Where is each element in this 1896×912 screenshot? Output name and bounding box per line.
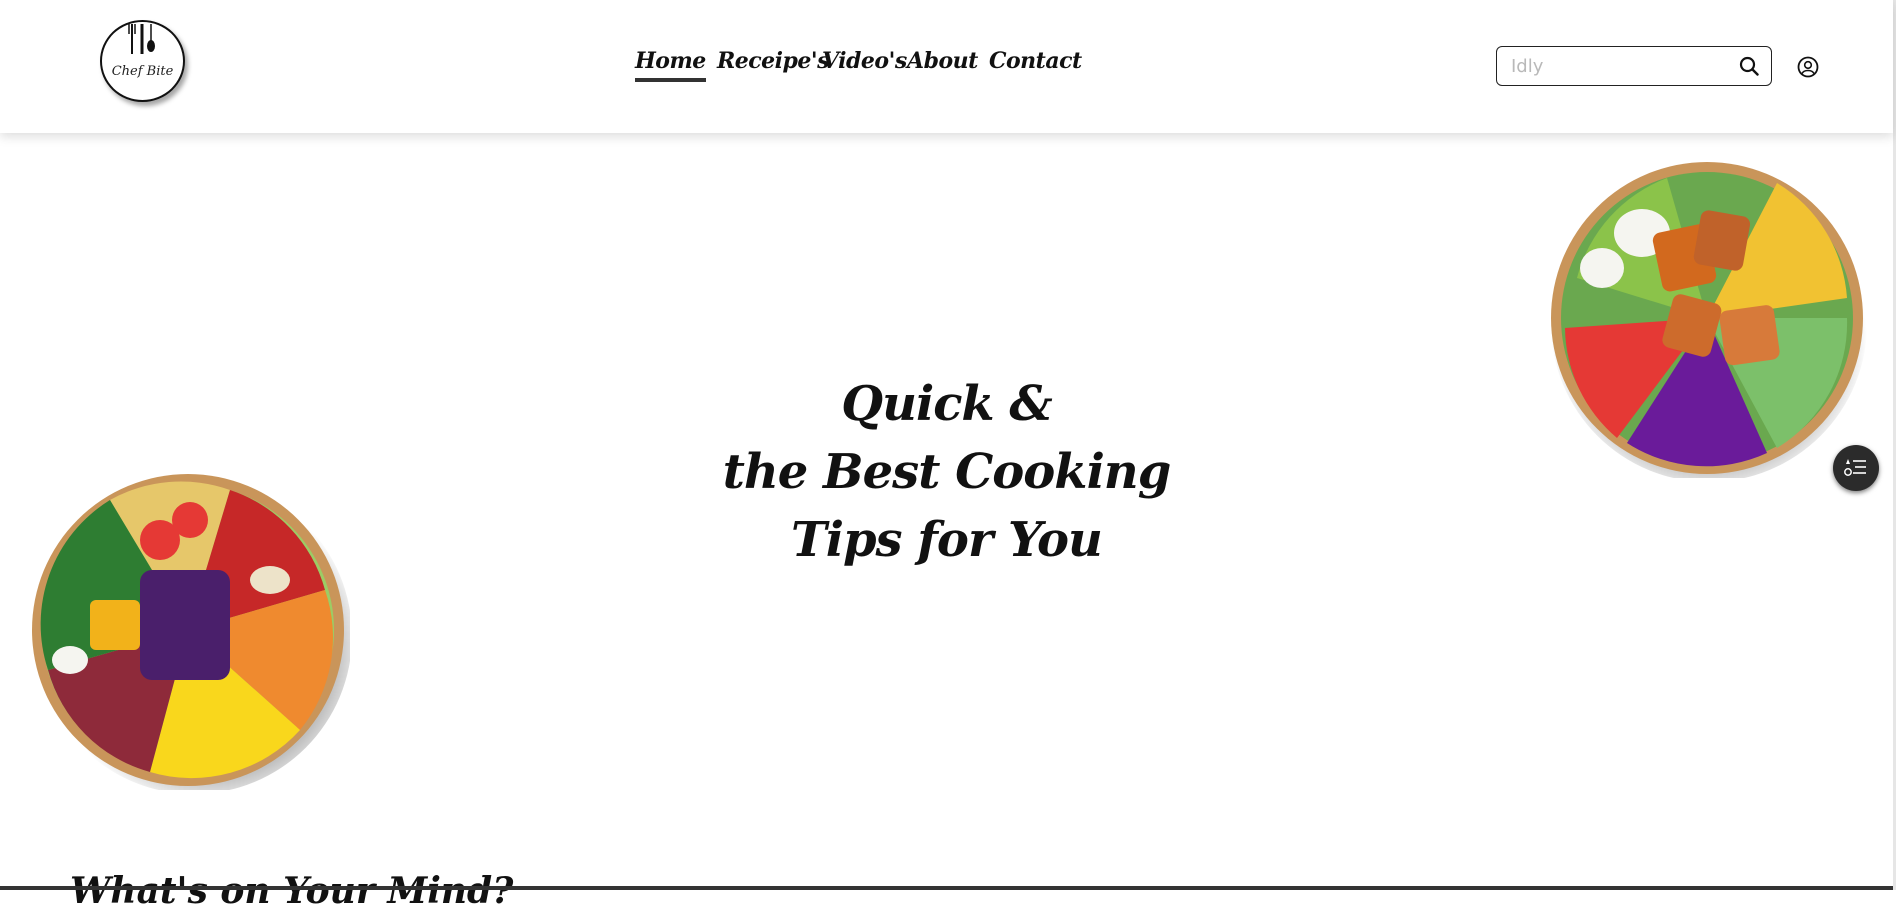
search-input[interactable] xyxy=(1509,53,1723,79)
hero-heading: Quick & the Best Cooking Tips for You xyxy=(0,370,1893,574)
hero-line-3: Tips for You xyxy=(791,512,1103,568)
nav-videos[interactable]: Video's xyxy=(822,48,907,74)
nav-receipes[interactable]: Receipe's xyxy=(717,48,830,74)
nav-about[interactable]: About xyxy=(907,48,978,74)
nav-home[interactable]: Home xyxy=(635,48,706,82)
hero-line-2: the Best Cooking xyxy=(722,444,1172,500)
search-icon[interactable] xyxy=(1739,56,1759,80)
floating-menu-button[interactable] xyxy=(1833,445,1879,491)
bottom-divider xyxy=(0,886,1893,890)
site-header: Chef Bite Home Receipe's Video's About C… xyxy=(0,0,1893,133)
section-title: What's on Your Mind? xyxy=(70,870,514,912)
search-box xyxy=(1496,46,1772,86)
user-circle-icon[interactable] xyxy=(1797,56,1819,82)
menu-list-icon xyxy=(1844,459,1866,476)
nav-contact[interactable]: Contact xyxy=(989,48,1082,74)
hero-line-1: Quick & xyxy=(841,376,1052,432)
